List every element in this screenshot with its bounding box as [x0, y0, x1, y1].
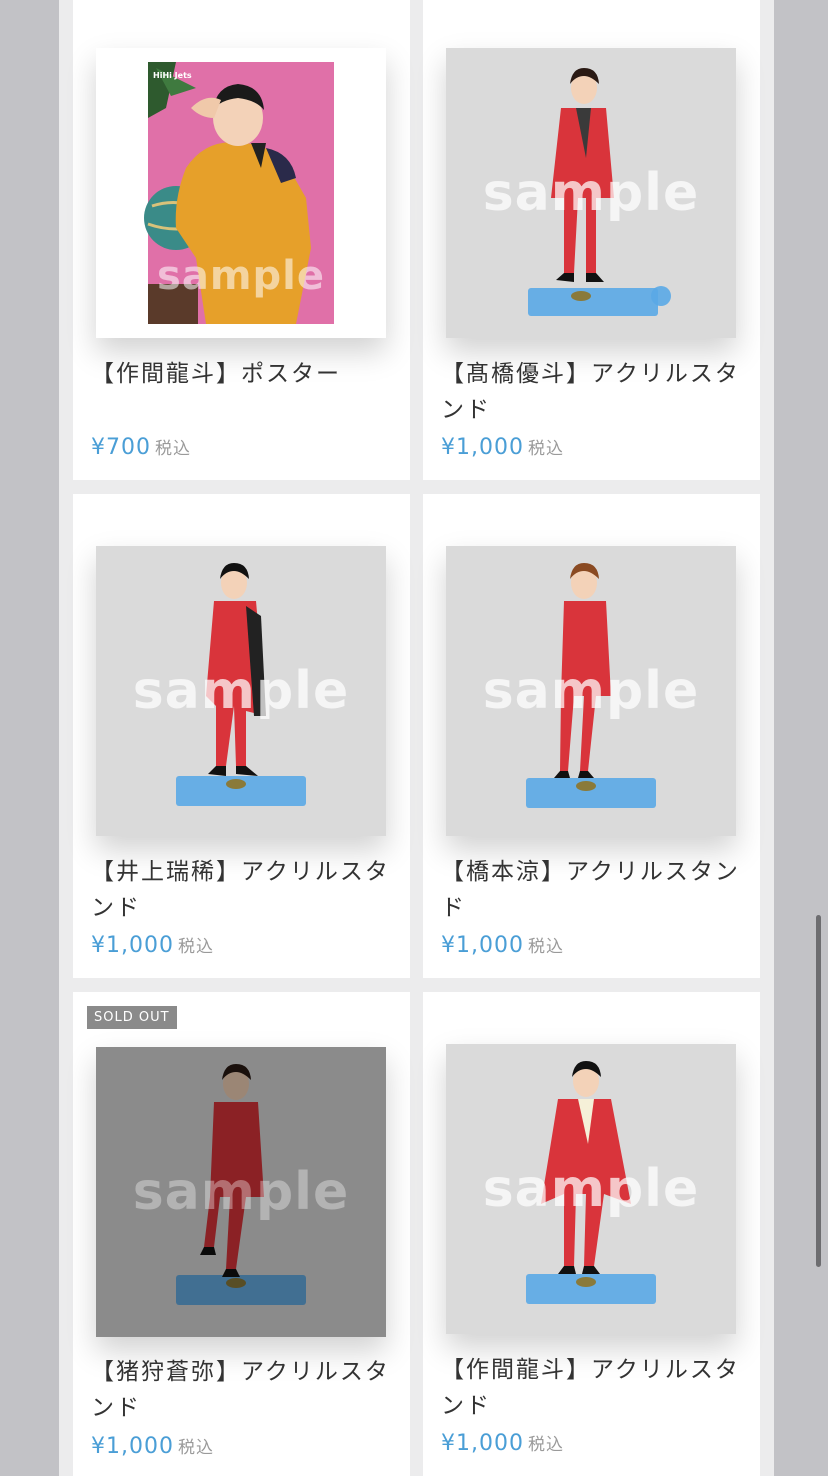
product-price: ¥700 税込	[91, 434, 191, 460]
price-value: ¥1,000	[91, 933, 174, 958]
price-value: ¥1,000	[441, 435, 524, 460]
tax-label: 税込	[527, 937, 564, 957]
price-value: ¥1,000	[91, 1434, 174, 1459]
product-card[interactable]: SOLD OUT sample 【猪狩蒼弥】アクリルスタンド ¥1,000 税込	[73, 992, 410, 1476]
sample-watermark: sample	[482, 661, 700, 721]
product-card[interactable]: sample 【井上瑞稀】アクリルスタンド ¥1,000 税込	[73, 494, 410, 978]
tax-label: 税込	[155, 439, 191, 459]
product-title[interactable]: 【作間龍斗】ポスター	[91, 356, 391, 392]
product-image[interactable]: sample	[446, 546, 736, 836]
product-price: ¥1,000 税込	[441, 1430, 564, 1456]
product-image[interactable]: sample	[96, 546, 386, 836]
tax-label: 税込	[527, 1435, 564, 1455]
product-title[interactable]: 【橋本涼】アクリルスタンド	[441, 854, 741, 926]
tax-label: 税込	[527, 439, 564, 459]
price-value: ¥700	[91, 435, 151, 460]
sold-out-badge: SOLD OUT	[87, 1006, 177, 1029]
product-price: ¥1,000 税込	[91, 1433, 214, 1459]
product-image[interactable]: sample	[446, 1044, 736, 1334]
price-value: ¥1,000	[441, 933, 524, 958]
product-title[interactable]: 【作間龍斗】アクリルスタンド	[441, 1352, 741, 1424]
product-card[interactable]: sample 【髙橋優斗】アクリルスタンド ¥1,000 税込	[423, 0, 760, 480]
scrollbar[interactable]	[816, 915, 821, 1267]
product-title[interactable]: 【猪狩蒼弥】アクリルスタンド	[91, 1354, 391, 1426]
product-title[interactable]: 【髙橋優斗】アクリルスタンド	[441, 356, 741, 428]
stand-base	[528, 288, 658, 316]
product-title[interactable]: 【井上瑞稀】アクリルスタンド	[91, 854, 391, 926]
product-card[interactable]: sample 【作間龍斗】アクリルスタンド ¥1,000 税込	[423, 992, 760, 1476]
product-card[interactable]: HiHi Jets sample 【作間龍斗】ポスター ¥700 税込	[73, 0, 410, 480]
tax-label: 税込	[177, 937, 214, 957]
product-grid: HiHi Jets sample 【作間龍斗】ポスター ¥700 税込 sampl…	[59, 0, 774, 1476]
product-card[interactable]: sample 【橋本涼】アクリルスタンド ¥1,000 税込	[423, 494, 760, 978]
price-value: ¥1,000	[441, 1431, 524, 1456]
sample-watermark: sample	[132, 1162, 350, 1222]
sample-watermark: sample	[157, 253, 325, 299]
sample-watermark: sample	[482, 163, 700, 223]
product-image[interactable]: HiHi Jets sample	[96, 48, 386, 338]
tax-label: 税込	[177, 1438, 214, 1458]
product-image[interactable]: sample	[96, 1047, 386, 1337]
product-price: ¥1,000 税込	[441, 932, 564, 958]
poster-logo-text: HiHi Jets	[153, 71, 192, 80]
sample-watermark: sample	[482, 1159, 700, 1219]
product-image[interactable]: sample	[446, 48, 736, 338]
product-price: ¥1,000 税込	[91, 932, 214, 958]
sample-watermark: sample	[132, 661, 350, 721]
product-price: ¥1,000 税込	[441, 434, 564, 460]
